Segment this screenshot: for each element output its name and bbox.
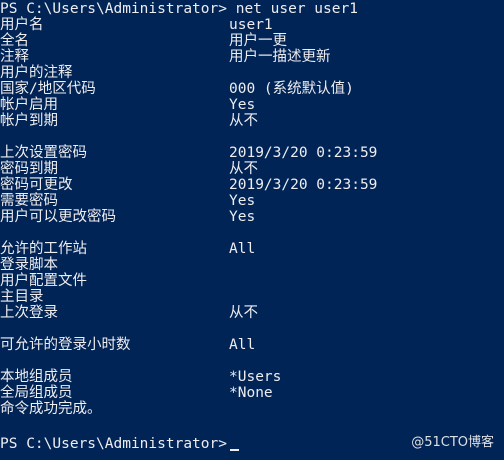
output-line: 需要密码 Yes: [0, 193, 504, 209]
field-label: 全局组成员: [0, 385, 73, 401]
terminal-output: PS C:\Users\Administrator> net user user…: [0, 1, 504, 417]
field-label: 用户配置文件: [0, 273, 87, 289]
text-cursor: [229, 449, 239, 451]
field-value: 从不: [229, 161, 258, 177]
output-line: 上次登录 从不: [0, 305, 504, 321]
output-line: 帐户到期 从不: [0, 113, 504, 129]
field-label: 上次设置密码: [0, 145, 87, 161]
field-value: All: [229, 241, 256, 257]
field-label: 命令成功完成。: [0, 401, 102, 417]
field-value: Yes: [229, 209, 256, 225]
field-value: Yes: [229, 193, 256, 209]
field-label: 帐户启用: [0, 97, 58, 113]
field-value: user1: [229, 17, 273, 33]
output-line: 主目录: [0, 289, 504, 305]
output-line: 密码可更改 2019/3/20 0:23:59: [0, 177, 504, 193]
output-line: 国家/地区代码 000 (系统默认值): [0, 81, 504, 97]
field-label: 用户可以更改密码: [0, 209, 116, 225]
command-result-lines: 用户名 user1 全名 用户一更注释 用户一描述更新用户的注释 国家/地区代码 000 (…: [0, 17, 504, 417]
field-label: 本地组成员: [0, 369, 73, 385]
output-line: 上次设置密码 2019/3/20 0:23:59: [0, 145, 504, 161]
field-label: 需要密码: [0, 193, 58, 209]
prompt-text: PS C:\Users\Administrator>: [0, 436, 227, 452]
field-label: 上次登录: [0, 305, 58, 321]
field-label: 密码到期: [0, 161, 58, 177]
field-value: 2019/3/20 0:23:59: [229, 177, 378, 193]
field-label: 注释: [0, 49, 29, 65]
field-value: 用户一描述更新: [229, 49, 331, 65]
output-line: 帐户启用 Yes: [0, 97, 504, 113]
field-label: 用户的注释: [0, 65, 73, 81]
field-value: 2019/3/20 0:23:59: [229, 145, 378, 161]
output-line: 注释 用户一描述更新: [0, 49, 504, 65]
watermark-text: @51CTO博客: [411, 435, 494, 450]
field-value: 从不: [229, 305, 258, 321]
field-value: 从不: [229, 113, 258, 129]
field-value: 000 (系统默认值): [229, 81, 354, 97]
field-label: 登录脚本: [0, 257, 58, 273]
field-value: Yes: [229, 97, 256, 113]
field-label: 允许的工作站: [0, 241, 87, 257]
output-line: 登录脚本: [0, 257, 504, 273]
field-label: 用户名: [0, 17, 44, 33]
command-text: net user user1: [235, 1, 358, 17]
field-label: 国家/地区代码: [0, 81, 96, 97]
output-line: 用户名 user1: [0, 17, 504, 33]
output-line: 命令成功完成。: [0, 401, 504, 417]
output-line: 本地组成员 *Users: [0, 369, 504, 385]
field-value: *None: [229, 385, 273, 401]
prompt-text: PS C:\Users\Administrator>: [0, 1, 227, 17]
field-label: 密码可更改: [0, 177, 73, 193]
output-line: 密码到期 从不: [0, 161, 504, 177]
powershell-window: { "terminal": { "first_prompt": "PS C:\\…: [0, 0, 504, 460]
output-line: 全名 用户一更: [0, 33, 504, 49]
field-label: 可允许的登录小时数: [0, 337, 131, 353]
command-line: PS C:\Users\Administrator> net user user…: [0, 1, 504, 17]
field-label: 帐户到期: [0, 113, 58, 129]
field-label: 主目录: [0, 289, 44, 305]
output-line: 用户的注释: [0, 65, 504, 81]
output-line: 用户可以更改密码 Yes: [0, 209, 504, 225]
output-line: 用户配置文件: [0, 273, 504, 289]
field-value: 用户一更: [229, 33, 287, 49]
active-prompt-line[interactable]: PS C:\Users\Administrator>: [0, 436, 239, 452]
output-line: 全局组成员 *None: [0, 385, 504, 401]
output-line: 可允许的登录小时数 All: [0, 337, 504, 353]
output-line: 允许的工作站 All: [0, 241, 504, 257]
field-value: All: [229, 337, 256, 353]
field-value: *Users: [229, 369, 282, 385]
field-label: 全名: [0, 33, 29, 49]
